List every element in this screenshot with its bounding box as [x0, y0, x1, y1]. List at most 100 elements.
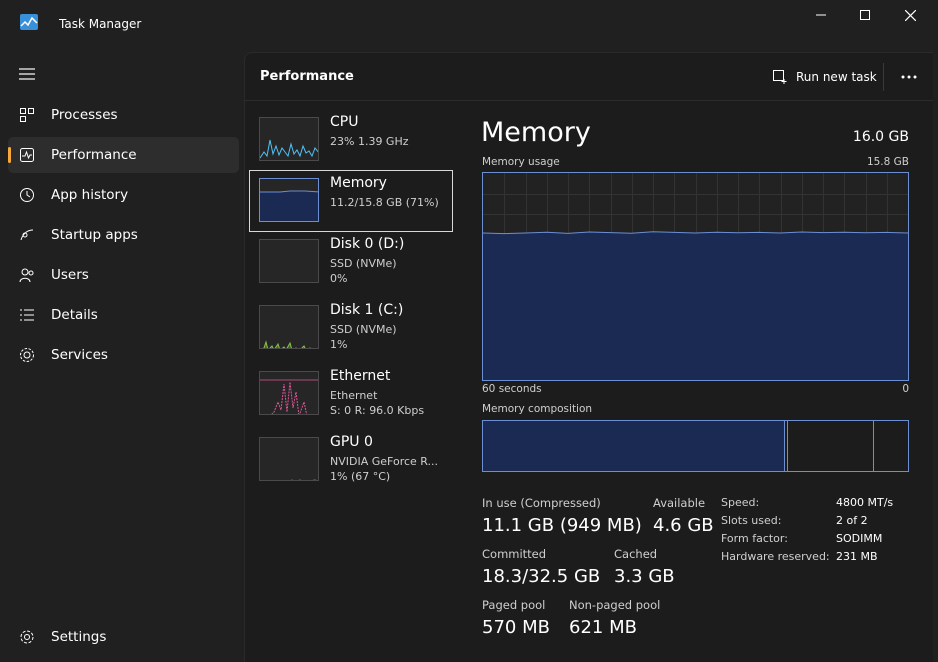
- perf-item-disk-0[interactable]: Disk 0 (D:) SSD (NVMe) 0%: [249, 231, 453, 293]
- perf-item-name: Disk 1 (C:): [330, 302, 404, 318]
- spec-key-hardware-reserved: Hardware reserved:: [721, 550, 830, 563]
- perf-item-ethernet[interactable]: Ethernet Ethernet S: 0 R: 96.0 Kbps: [249, 363, 453, 425]
- perf-item-usage: 1% (67 °C): [330, 470, 391, 483]
- perf-item-detail: 23% 1.39 GHz: [330, 135, 409, 148]
- spec-value-form-factor: SODIMM: [836, 532, 883, 545]
- sidebar-item-label: Users: [51, 267, 89, 283]
- composition-free: [874, 421, 908, 471]
- page-title: Performance: [260, 69, 354, 84]
- processes-icon: [20, 108, 34, 122]
- spec-key-speed: Speed:: [721, 496, 760, 509]
- minimize-icon: [816, 14, 826, 16]
- composition-standby: [788, 421, 874, 471]
- perf-item-usage: 1%: [330, 338, 348, 351]
- sidebar-item-label: Performance: [51, 147, 137, 163]
- minimize-button[interactable]: [798, 0, 844, 30]
- performance-icon: [20, 148, 34, 162]
- sidebar-item-label: Details: [51, 307, 98, 323]
- sidebar-item-services[interactable]: Services: [8, 337, 239, 373]
- history-icon: [20, 188, 34, 202]
- available-label: Available: [653, 496, 706, 510]
- active-indicator: [8, 147, 11, 163]
- memory-composition-label: Memory composition: [482, 403, 593, 415]
- perf-item-throughput: S: 0 R: 96.0 Kbps: [330, 404, 425, 417]
- window-title: Task Manager: [59, 17, 142, 31]
- memory-thumbnail: [259, 178, 319, 222]
- more-options-button[interactable]: [897, 67, 921, 87]
- in-use-label: In use (Compressed): [482, 496, 601, 510]
- run-new-task-label: Run new task: [796, 70, 877, 84]
- sidebar-item-label: Services: [51, 347, 108, 363]
- details-icon: [20, 309, 34, 321]
- perf-item-cpu[interactable]: CPU 23% 1.39 GHz: [249, 109, 453, 171]
- paged-pool-label: Paged pool: [482, 598, 546, 612]
- perf-item-detail: NVIDIA GeForce R...: [330, 455, 439, 468]
- memory-usage-max: 15.8 GB: [866, 156, 909, 168]
- graph-time-left: 60 seconds: [482, 383, 542, 395]
- composition-in-use: [483, 421, 785, 471]
- services-icon: [20, 348, 34, 362]
- perf-item-name: GPU 0: [330, 434, 373, 450]
- spec-key-slots: Slots used:: [721, 514, 782, 527]
- sidebar-item-label: Processes: [51, 107, 118, 123]
- page-header: Performance Run new task: [245, 53, 933, 101]
- committed-label: Committed: [482, 547, 547, 561]
- sidebar-item-users[interactable]: Users: [8, 257, 239, 293]
- more-icon: [901, 75, 917, 79]
- paged-pool-value: 570 MB: [482, 617, 550, 638]
- spec-value-hardware-reserved: 231 MB: [836, 550, 878, 563]
- perf-item-name: CPU: [330, 114, 359, 130]
- main-panel: Performance Run new task CPU 23% 1.39 GH…: [244, 52, 933, 662]
- title-bar: Task Manager: [0, 0, 938, 48]
- perf-item-memory[interactable]: Memory 11.2/15.8 GB (71%): [249, 170, 453, 232]
- memory-usage-area: [483, 231, 908, 380]
- cached-value: 3.3 GB: [614, 566, 675, 587]
- gpu-0-thumbnail: [259, 437, 319, 481]
- perf-item-disk-1[interactable]: Disk 1 (C:) SSD (NVMe) 1%: [249, 297, 453, 359]
- perf-item-name: Memory: [330, 175, 387, 191]
- maximize-icon: [860, 10, 870, 20]
- close-button[interactable]: [887, 0, 933, 30]
- perf-item-detail: SSD (NVMe): [330, 323, 397, 336]
- sidebar-item-startup-apps[interactable]: Startup apps: [8, 217, 239, 253]
- ethernet-thumbnail: [259, 371, 319, 415]
- graph-time-right: 0: [902, 383, 909, 395]
- perf-item-detail: 11.2/15.8 GB (71%): [330, 196, 439, 209]
- perf-item-detail: Ethernet: [330, 389, 378, 402]
- available-value: 4.6 GB: [653, 515, 714, 536]
- disk-1-thumbnail: [259, 305, 319, 349]
- memory-usage-graph: [482, 172, 909, 381]
- sidebar-item-details[interactable]: Details: [8, 297, 239, 333]
- settings-label: Settings: [51, 629, 107, 645]
- spec-key-form-factor: Form factor:: [721, 532, 788, 545]
- perf-item-name: Disk 0 (D:): [330, 236, 405, 252]
- maximize-button[interactable]: [842, 0, 888, 30]
- hamburger-icon[interactable]: [18, 66, 36, 82]
- non-paged-pool-value: 621 MB: [569, 617, 637, 638]
- disk-0-thumbnail: [259, 239, 319, 283]
- detail-title: Memory: [481, 117, 591, 148]
- startup-icon: [20, 229, 34, 241]
- detail-total-memory: 16.0 GB: [852, 129, 909, 145]
- cpu-thumbnail: [259, 117, 319, 161]
- run-new-task-button[interactable]: Run new task: [772, 65, 877, 89]
- committed-value: 18.3/32.5 GB: [482, 566, 601, 587]
- header-divider: [883, 63, 884, 91]
- cached-label: Cached: [614, 547, 658, 561]
- task-manager-icon: [20, 14, 38, 30]
- spec-value-slots: 2 of 2: [836, 514, 868, 527]
- settings-icon: [20, 630, 34, 644]
- run-task-icon: [773, 70, 787, 84]
- sidebar-item-app-history[interactable]: App history: [8, 177, 239, 213]
- sidebar-item-label: Startup apps: [51, 227, 138, 243]
- users-icon: [19, 268, 34, 283]
- memory-composition-bar: [482, 420, 909, 472]
- memory-usage-label: Memory usage: [482, 156, 560, 168]
- sidebar-item-processes[interactable]: Processes: [8, 97, 239, 133]
- perf-item-gpu-0[interactable]: GPU 0 NVIDIA GeForce R... 1% (67 °C): [249, 429, 453, 491]
- sidebar-item-performance[interactable]: Performance: [8, 137, 239, 173]
- perf-item-name: Ethernet: [330, 368, 391, 384]
- sidebar-item-settings[interactable]: Settings: [8, 619, 239, 655]
- close-icon: [904, 9, 916, 21]
- non-paged-pool-label: Non-paged pool: [569, 598, 661, 612]
